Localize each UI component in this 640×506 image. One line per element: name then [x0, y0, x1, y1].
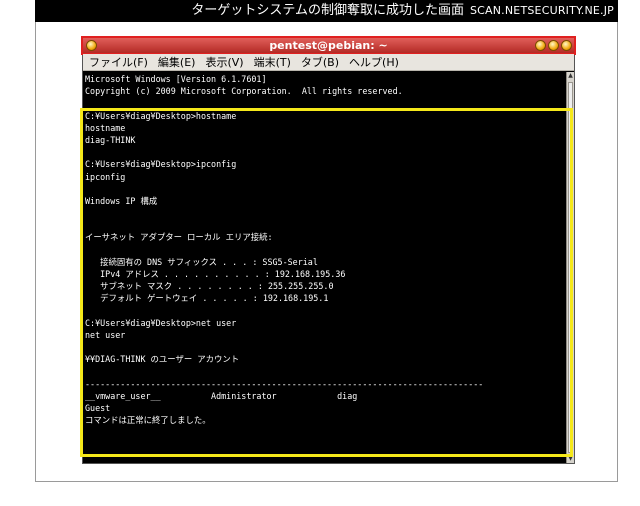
- scroll-thumb[interactable]: [568, 82, 573, 453]
- terminal-line: 接続固有の DNS サフィックス . . . : SSG5-Serial: [85, 256, 318, 267]
- minimize-icon[interactable]: [535, 40, 546, 51]
- terminal-line: C:¥Users¥diag¥Desktop>net user: [85, 317, 237, 328]
- terminal-line: Windows IP 構成: [85, 195, 158, 206]
- terminal-line: Copyright (c) 2009 Microsoft Corporation…: [85, 86, 403, 97]
- scroll-down-icon[interactable]: ▼: [567, 455, 574, 463]
- menu-tabs[interactable]: タブ(B): [301, 54, 339, 70]
- terminal-line: __vmware_user__ Administrator diag: [85, 390, 358, 401]
- caption-site: SCAN.NETSECURITY.NE.JP: [469, 4, 614, 17]
- maximize-icon[interactable]: [548, 40, 559, 51]
- terminal-line: ipconfig: [85, 171, 126, 182]
- terminal-line: C:¥Users¥diag¥Desktop>ipconfig: [85, 159, 237, 170]
- terminal-line: ----------------------------------------…: [85, 378, 484, 389]
- terminal-output[interactable]: Microsoft Windows [Version 6.1.7601] Copy…: [83, 72, 567, 463]
- window-titlebar[interactable]: pentest@pebian: ~: [81, 36, 576, 55]
- menu-help[interactable]: ヘルプ(H): [349, 54, 399, 70]
- terminal-line: サブネット マスク . . . . . . . . : 255.255.255.…: [85, 281, 334, 292]
- close-icon[interactable]: [561, 40, 572, 51]
- terminal-line: Microsoft Windows [Version 6.1.7601]: [85, 74, 267, 84]
- terminal-line: hostname: [85, 122, 126, 133]
- terminal-line: Guest: [85, 403, 111, 414]
- terminal-line: イーサネット アダプター ローカル エリア接続:: [85, 232, 273, 243]
- menu-file[interactable]: ファイル(F): [89, 54, 148, 70]
- caption-title: ターゲットシステムの制御奪取に成功した画面: [191, 3, 464, 18]
- menu-view[interactable]: 表示(V): [205, 54, 243, 70]
- terminal-line: デフォルト ゲートウェイ . . . . . : 192.168.195.1: [85, 293, 329, 304]
- terminal-line: diag-THINK: [85, 134, 136, 145]
- terminal-line: net user: [85, 329, 126, 340]
- window-title: pentest@pebian: ~: [269, 39, 388, 52]
- menubar: ファイル(F) 編集(E) 表示(V) 端末(T) タブ(B) ヘルプ(H): [83, 54, 574, 71]
- terminal-line: コマンドは正常に終了しました。: [85, 415, 211, 426]
- terminal-line: ¥¥DIAG-THINK のユーザー アカウント: [85, 354, 240, 365]
- menu-edit[interactable]: 編集(E): [158, 54, 196, 70]
- scroll-up-icon[interactable]: ▲: [567, 72, 574, 80]
- terminal-line: C:¥Users¥diag¥Desktop>hostname: [85, 110, 237, 121]
- terminal-window: pentest@pebian: ~ ファイル(F) 編集(E) 表示(V) 端末…: [81, 36, 576, 464]
- terminal-line: IPv4 アドレス . . . . . . . . . . : 192.168.…: [85, 269, 346, 279]
- terminal-scrollbar[interactable]: ▲ ▼: [566, 72, 574, 463]
- caption-bar: ターゲットシステムの制御奪取に成功した画面 SCAN.NETSECURITY.NE…: [35, 0, 618, 22]
- menu-terminal[interactable]: 端末(T): [254, 54, 291, 70]
